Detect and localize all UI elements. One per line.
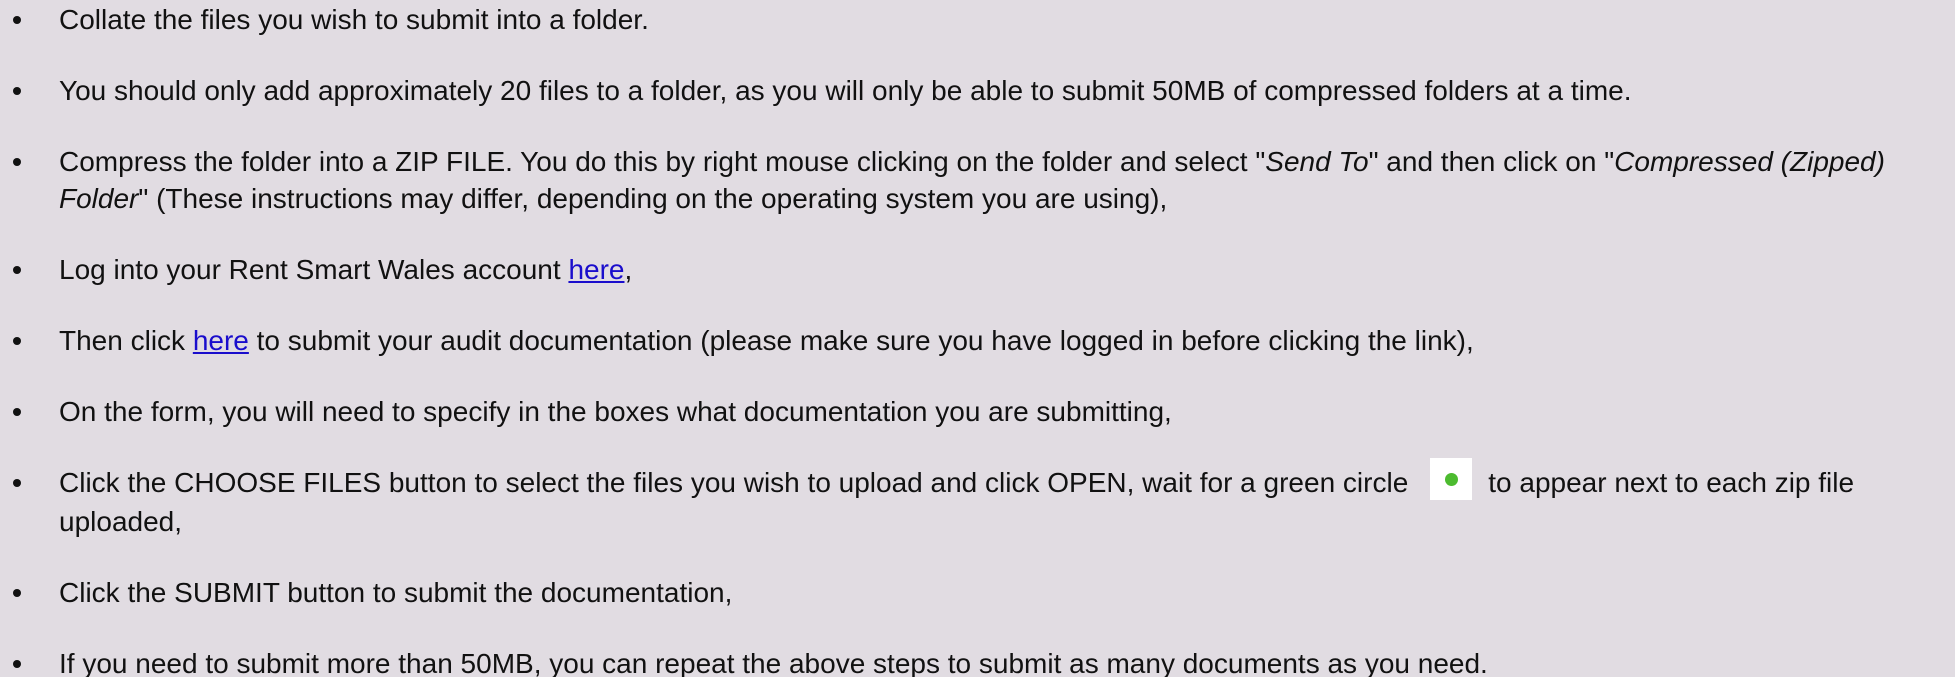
bullet-icon (13, 158, 21, 166)
green-circle-icon (1430, 457, 1473, 500)
list-item-submit-audit: Then click here to submit your audit doc… (0, 322, 1955, 359)
step-text-part: to submit your audit documentation (plea… (248, 325, 1474, 356)
bullet-icon (13, 16, 21, 24)
step-text: You should only add approximately 20 fil… (59, 75, 1632, 106)
step-text: Click the SUBMIT button to submit the do… (59, 576, 733, 608)
step-text: Log into your Rent Smart Wales account h… (59, 254, 632, 285)
step-text-part: " and then click on " (1368, 146, 1615, 177)
list-item-click-submit: Click the SUBMIT button to submit the do… (0, 574, 1955, 611)
list-item-log-in: Log into your Rent Smart Wales account h… (0, 251, 1955, 288)
step-text: On the form, you will need to specify in… (59, 396, 1172, 427)
list-item-choose-files: Click the CHOOSE FILES button to select … (0, 457, 1955, 540)
list-item-file-limit: You should only add approximately 20 fil… (0, 72, 1955, 109)
bullet-icon (13, 87, 21, 95)
instruction-list: Collate the files you wish to submit int… (0, 1, 1955, 677)
step-text: Compress the folder into a ZIP FILE. You… (59, 146, 1885, 214)
list-item-repeat-steps: If you need to submit more than 50MB, yo… (0, 645, 1955, 677)
bullet-icon (13, 479, 21, 487)
list-item-specify-documentation: On the form, you will need to specify in… (0, 393, 1955, 430)
bullet-icon (13, 588, 21, 597)
bullet-icon (13, 337, 21, 345)
login-here-link[interactable]: here (568, 254, 624, 285)
bullet-icon (13, 659, 21, 668)
step-text-part: Compress the folder into a ZIP FILE. You… (59, 146, 1266, 177)
green-dot (1445, 472, 1459, 486)
step-text: If you need to submit more than 50MB, yo… (59, 647, 1488, 677)
step-text: Then click here to submit your audit doc… (59, 325, 1474, 356)
step-text-part: Then click (59, 325, 193, 356)
bullet-icon (13, 266, 21, 274)
send-to-emphasis: Send To (1265, 146, 1369, 177)
bullet-icon (13, 408, 21, 416)
step-text-part: " (These instructions may differ, depend… (138, 183, 1168, 214)
step-text-part: Log into your Rent Smart Wales account (59, 254, 569, 285)
list-item-compress-folder: Compress the folder into a ZIP FILE. You… (0, 143, 1955, 217)
step-text-part: Click the CHOOSE FILES button to select … (59, 467, 1409, 498)
list-item-collate-files: Collate the files you wish to submit int… (0, 1, 1955, 38)
step-text: Click the CHOOSE FILES button to select … (59, 457, 1854, 537)
submit-audit-here-link[interactable]: here (193, 325, 249, 356)
step-text: Collate the files you wish to submit int… (59, 4, 649, 35)
step-text-part: , (624, 254, 633, 285)
